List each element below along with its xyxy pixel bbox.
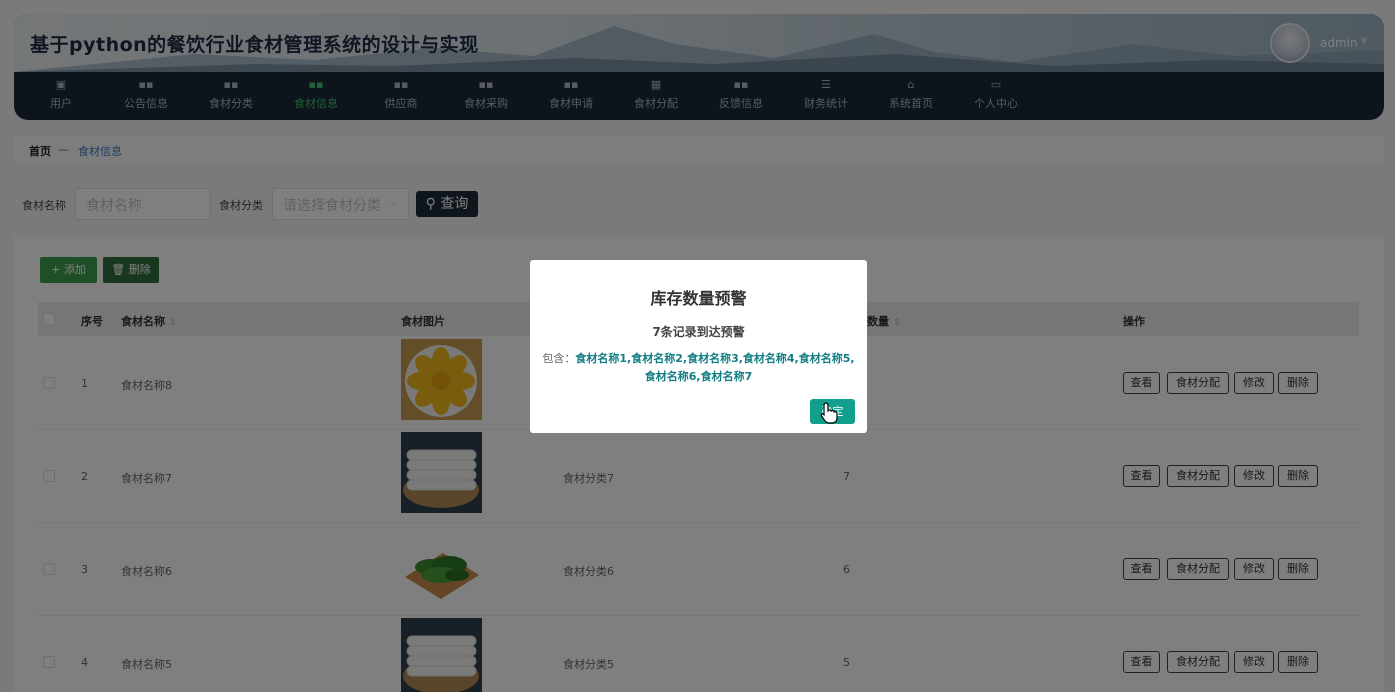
warning-items-line1: 食材名称1,食材名称2,食材名称3,食材名称4,食材名称5, xyxy=(575,352,855,365)
stock-warning-dialog: 库存数量预警 7条记录到达预警 包含：食材名称1,食材名称2,食材名称3,食材名… xyxy=(530,260,867,433)
dialog-subtitle: 7条记录到达预警 xyxy=(652,325,745,339)
warning-items-line2: 食材名称6,食材名称7 xyxy=(644,370,753,383)
hand-cursor-icon xyxy=(820,402,838,424)
dialog-message: 包含：食材名称1,食材名称2,食材名称3,食材名称4,食材名称5, 食材名称6,… xyxy=(542,350,855,386)
dialog-title: 库存数量预警 xyxy=(650,289,747,308)
dialog-prefix: 包含： xyxy=(542,352,576,365)
